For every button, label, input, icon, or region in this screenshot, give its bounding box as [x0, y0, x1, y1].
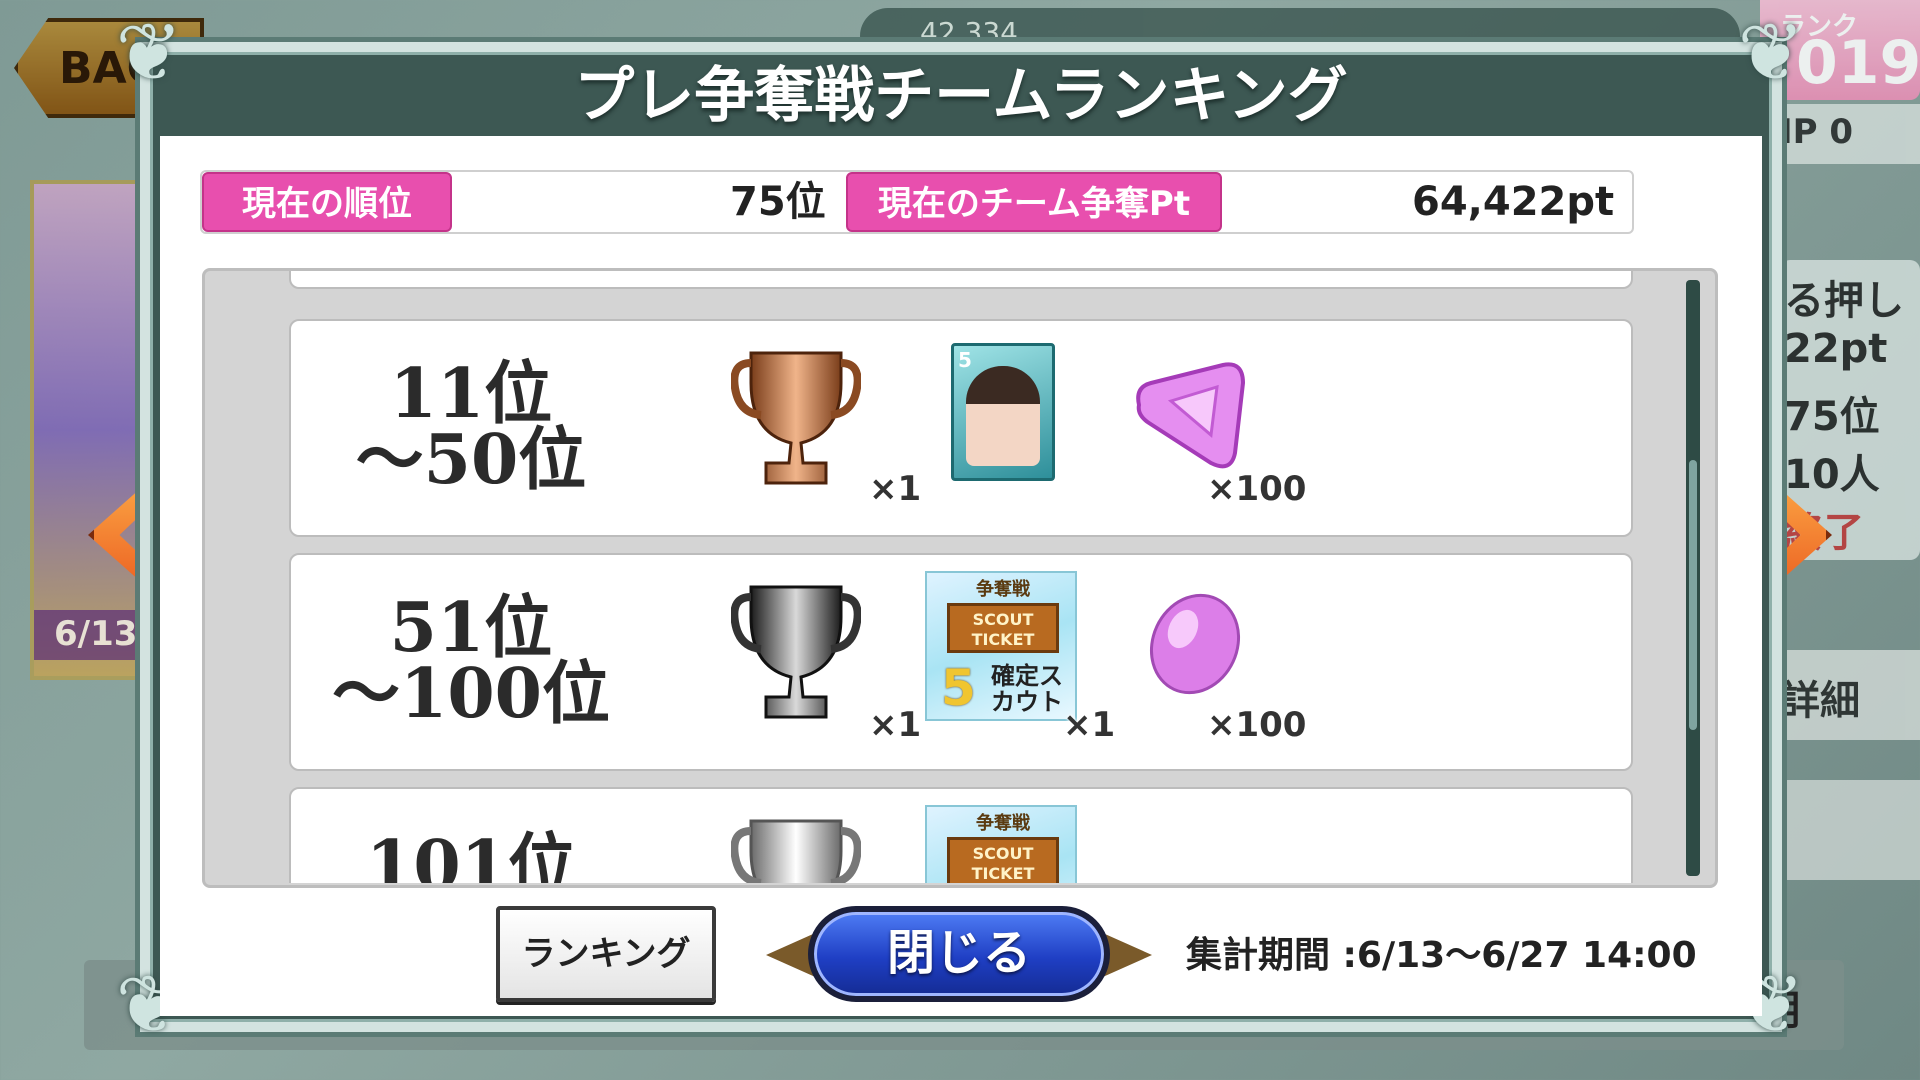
ticket-star: 5: [941, 659, 976, 717]
trophy-quantity: ×1: [869, 705, 922, 745]
idol-card-icon: 5: [951, 343, 1055, 481]
scout-ticket-icon: 争奪戦 SCOUT TICKET 5 確定スカウト: [925, 571, 1077, 721]
oval-gem-icon: [1149, 593, 1241, 695]
card-portrait: [966, 366, 1040, 466]
team-pt-value: 64,422pt: [1412, 179, 1615, 225]
ticket-header: 争奪戦: [976, 813, 1030, 834]
rank-range-end: ～100位: [332, 654, 610, 734]
triangle-gem-icon: [1136, 362, 1246, 469]
reward-list[interactable]: 11位 ～50位 ×1 5 ×100 51位 ～100位 ×1 争奪戦 SCOU…: [202, 268, 1718, 888]
rank-range-start: 11位: [389, 354, 553, 434]
ranking-button[interactable]: ランキング: [496, 906, 716, 1002]
event-info-line: 75位: [1784, 394, 1880, 440]
vip-counter: IP 0: [1770, 104, 1920, 164]
list-item: [289, 271, 1633, 289]
event-info-line: る押し: [1784, 278, 1904, 324]
ticket-band: SCOUT TICKET: [947, 603, 1059, 653]
modal-title: プレ争奪戦チームランキング: [574, 61, 1348, 131]
rank-range: 51位 ～100位: [321, 588, 621, 734]
silver-trophy-icon: [731, 819, 861, 883]
gem-quantity: ×100: [1207, 705, 1307, 745]
rank-range-start: 101位: [366, 826, 576, 883]
aggregation-period: 集計期間 :6/13～6/27 14:00: [1186, 935, 1697, 976]
close-button[interactable]: 閉じる: [808, 906, 1110, 1002]
scrollbar-thumb[interactable]: [1689, 460, 1697, 730]
current-rank-value: 75位: [730, 179, 826, 225]
reward-list-scrollbar[interactable]: [1686, 280, 1700, 876]
ticket-band: SCOUT TICKET: [947, 837, 1059, 883]
ticket-header: 争奪戦: [976, 579, 1030, 600]
scout-ticket-icon: 争奪戦 SCOUT TICKET: [925, 805, 1077, 883]
trophy-quantity: ×1: [869, 469, 922, 509]
card-rarity: 5: [958, 348, 972, 372]
detail-button: 詳細: [1770, 650, 1920, 740]
event-info-line: 22pt: [1784, 326, 1888, 372]
rank-range-end: ～50位: [355, 420, 587, 500]
background-button: [1770, 780, 1920, 880]
rank-range: 11位 ～50位: [321, 354, 621, 500]
reward-list-viewport: 11位 ～50位 ×1 5 ×100 51位 ～100位 ×1 争奪戦 SCOU…: [289, 271, 1633, 883]
list-item: 11位 ～50位 ×1 5 ×100: [289, 319, 1633, 537]
close-button-wrapper: 閉じる: [766, 902, 1152, 1006]
silver-trophy-icon: [731, 585, 861, 719]
list-item: 101位 争奪戦 SCOUT TICKET: [289, 787, 1633, 883]
list-item: 51位 ～100位 ×1 争奪戦 SCOUT TICKET 5 確定スカウト ×…: [289, 553, 1633, 771]
bronze-trophy-icon: [731, 351, 861, 485]
team-pt-label: 現在のチーム争奪Pt: [846, 172, 1222, 232]
gem-quantity: ×100: [1207, 469, 1307, 509]
rank-range: 101位: [321, 826, 621, 883]
ticket-quantity: ×1: [1063, 705, 1116, 745]
rank-range-start: 51位: [389, 588, 553, 668]
event-info-line: 10人: [1784, 452, 1880, 498]
status-bar: 現在の順位 75位 現在のチーム争奪Pt 64,422pt: [200, 170, 1634, 234]
current-rank-label: 現在の順位: [202, 172, 452, 232]
